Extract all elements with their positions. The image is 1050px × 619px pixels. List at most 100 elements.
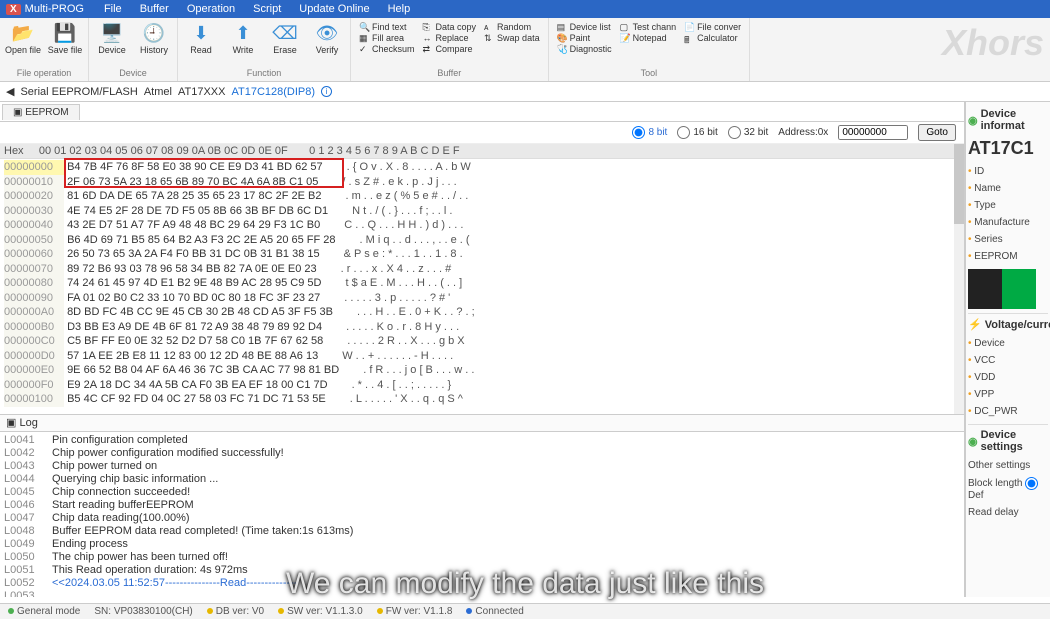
menu-update[interactable]: Update Online	[299, 3, 369, 15]
info-icon[interactable]: i	[321, 86, 332, 97]
hex-row[interactable]: 00000060 26 50 73 65 3A 2A F4 F0 BB 31 D…	[4, 247, 960, 262]
write-button[interactable]: ⬆Write	[224, 20, 262, 64]
chip-thumbnail[interactable]	[968, 269, 1036, 309]
hex-row[interactable]: 00000040 43 2E D7 51 A7 7F A9 48 48 BC 2…	[4, 218, 960, 233]
field-eeprom: EEPROM	[968, 248, 1048, 265]
read-button[interactable]: ⬇Read	[182, 20, 220, 64]
hex-row[interactable]: 000000D0 57 1A EE 2B E8 11 12 83 00 12 2…	[4, 349, 960, 364]
field-vdd: VDD	[968, 369, 1048, 386]
log-line: L0044Querying chip basic information ...	[4, 473, 960, 486]
data-copy-button[interactable]: ⎘Data copy	[423, 22, 477, 32]
diagnostic-button[interactable]: 🩺Diagnostic	[557, 44, 612, 54]
log-line: L0046Start reading bufferEEPROM	[4, 499, 960, 512]
log-body[interactable]: L0041Pin configuration completedL0042Chi…	[0, 432, 964, 597]
hex-tabs: ▣ EEPROM	[0, 102, 964, 122]
hex-row[interactable]: 00000000 B4 7B 4F 76 8F 58 E0 38 90 CE E…	[4, 160, 960, 175]
device-info-panel: ◉Device informat AT17C1 ID Name Type Man…	[965, 102, 1050, 597]
test-chann-button[interactable]: ▢Test chann	[620, 22, 677, 32]
save-icon: 💾	[54, 22, 76, 44]
menu-file[interactable]: File	[104, 3, 122, 15]
compare-button[interactable]: ⇄Compare	[423, 44, 477, 54]
open-file-button[interactable]: 📂Open file	[4, 20, 42, 64]
tab-eeprom[interactable]: ▣ EEPROM	[2, 104, 80, 120]
hex-toolbar: 8 bit 16 bit 32 bit Address:0x Goto	[0, 122, 964, 144]
field-series: Series	[968, 231, 1048, 248]
hex-row[interactable]: 00000090 FA 01 02 B0 C2 33 10 70 BD 0C 8…	[4, 291, 960, 306]
crumb-at17xxx[interactable]: AT17XXX	[178, 86, 226, 98]
bit32-radio[interactable]: 32 bit	[728, 126, 768, 139]
list-icon: ▤	[557, 22, 567, 32]
bit16-radio[interactable]: 16 bit	[677, 126, 717, 139]
log-line: L0050The chip power has been turned off!	[4, 551, 960, 564]
scrollbar[interactable]	[954, 144, 964, 414]
crumb-atmel[interactable]: Atmel	[144, 86, 172, 98]
status-db: DB ver: V0	[207, 606, 264, 617]
hex-row[interactable]: 000000A0 8D BD FC 4B CC 9E 45 CB 30 2B 4…	[4, 305, 960, 320]
log-line: L0045Chip connection succeeded!	[4, 486, 960, 499]
hex-row[interactable]: 000000E0 9E 66 52 B8 04 AF 6A 46 36 7C 3…	[4, 363, 960, 378]
hex-row[interactable]: 00000070 89 72 B6 93 03 78 96 58 34 BB 8…	[4, 262, 960, 277]
hex-editor[interactable]: Hex 00 01 02 03 04 05 06 07 08 09 0A 0B …	[0, 144, 964, 414]
scroll-thumb[interactable]	[954, 144, 964, 224]
field-dcpwr: DC_PWR	[968, 403, 1048, 420]
group-label-function: Function	[182, 68, 346, 79]
history-button[interactable]: 🕘History	[135, 20, 173, 64]
hex-row[interactable]: 00000020 81 6D DA DE 65 7A 28 25 35 65 2…	[4, 189, 960, 204]
swap-icon: ⇅	[484, 33, 494, 43]
crumb-serial[interactable]: Serial EEPROM/FLASH	[20, 86, 137, 98]
checksum-button[interactable]: ✓Checksum	[359, 44, 415, 54]
field-manuf: Manufacture	[968, 214, 1048, 231]
title-bar: X Multi-PROG File Buffer Operation Scrip…	[0, 0, 1050, 18]
paint-button[interactable]: 🎨Paint	[557, 33, 612, 43]
replace-button[interactable]: ↔Replace	[423, 33, 477, 43]
group-label-device: Device	[93, 68, 173, 79]
hex-row[interactable]: 00000030 4E 74 E5 2F 28 DE 7D F5 05 8B 6…	[4, 204, 960, 219]
ribbon-group-tool: ▤Device list 🎨Paint 🩺Diagnostic ▢Test ch…	[549, 18, 751, 81]
hex-row[interactable]: 00000080 74 24 61 45 97 4D E1 B2 9E 48 B…	[4, 276, 960, 291]
section-voltage: ⚡Voltage/current	[968, 318, 1048, 331]
swap-button[interactable]: ⇅Swap data	[484, 33, 540, 43]
find-text-button[interactable]: 🔍Find text	[359, 22, 415, 32]
ribbon-group-file: 📂Open file 💾Save file File operation	[0, 18, 89, 81]
hex-row[interactable]: 000000B0 D3 BB E3 A9 DE 4B 6F 81 72 A9 3…	[4, 320, 960, 335]
menu-help[interactable]: Help	[388, 3, 411, 15]
log-line: L0053	[4, 590, 960, 597]
crumb-chip[interactable]: AT17C128(DIP8)	[231, 86, 315, 98]
field-vpp: VPP	[968, 386, 1048, 403]
goto-button[interactable]: Goto	[918, 124, 956, 141]
verify-button[interactable]: 👁Verify	[308, 20, 346, 64]
hex-row[interactable]: 00000010 2F 06 73 5A 23 18 65 6B 89 70 B…	[4, 175, 960, 190]
device-list-button[interactable]: ▤Device list	[557, 22, 612, 32]
other-settings-label: Other settings	[968, 457, 1048, 474]
notepad-button[interactable]: 📝Notepad	[620, 33, 677, 43]
section-device-info: ◉Device informat	[968, 108, 1048, 132]
app-logo: X	[6, 4, 21, 15]
device-button[interactable]: 🖥️Device	[93, 20, 131, 64]
field-id: ID	[968, 163, 1048, 180]
save-file-button[interactable]: 💾Save file	[46, 20, 84, 64]
addr-input[interactable]	[838, 125, 908, 140]
watermark-logo: Xhors	[942, 22, 1050, 64]
paint-icon: 🎨	[557, 33, 567, 43]
erase-button[interactable]: ⌫Erase	[266, 20, 304, 64]
log-line: L0042Chip power configuration modified s…	[4, 447, 960, 460]
hex-row[interactable]: 00000100 B5 4C CF 92 FD 04 0C 27 58 03 F…	[4, 392, 960, 407]
field-type: Type	[968, 197, 1048, 214]
menu-buffer[interactable]: Buffer	[140, 3, 169, 15]
hex-row[interactable]: 00000050 B6 4D 69 71 B5 85 64 B2 A3 F3 2…	[4, 233, 960, 248]
random-button[interactable]: ᴀRandom	[484, 22, 540, 32]
fill-area-button[interactable]: ▦Fill area	[359, 33, 415, 43]
menu-script[interactable]: Script	[253, 3, 281, 15]
log-line: L0051This Read operation duration: 4s 97…	[4, 564, 960, 577]
menu-operation[interactable]: Operation	[187, 3, 235, 15]
bit8-radio[interactable]: 8 bit	[632, 126, 667, 139]
hex-row[interactable]: 000000C0 C5 BF FF E0 0E 32 52 D2 D7 58 C…	[4, 334, 960, 349]
hex-header: Hex 00 01 02 03 04 05 06 07 08 09 0A 0B …	[0, 144, 964, 159]
status-bar: General mode SN: VP03830100(CH) DB ver: …	[0, 603, 1050, 619]
calculator-button[interactable]: 🖩Calculator	[684, 33, 741, 43]
block-length-row: Block length Def	[968, 474, 1048, 504]
search-icon: 🔍	[359, 22, 369, 32]
hex-row[interactable]: 000000F0 E9 2A 18 DC 34 4A 5B CA F0 3B E…	[4, 378, 960, 393]
breadcrumb-icon: ◀	[6, 85, 14, 98]
fileconv-button[interactable]: 📄File conver	[684, 22, 741, 32]
